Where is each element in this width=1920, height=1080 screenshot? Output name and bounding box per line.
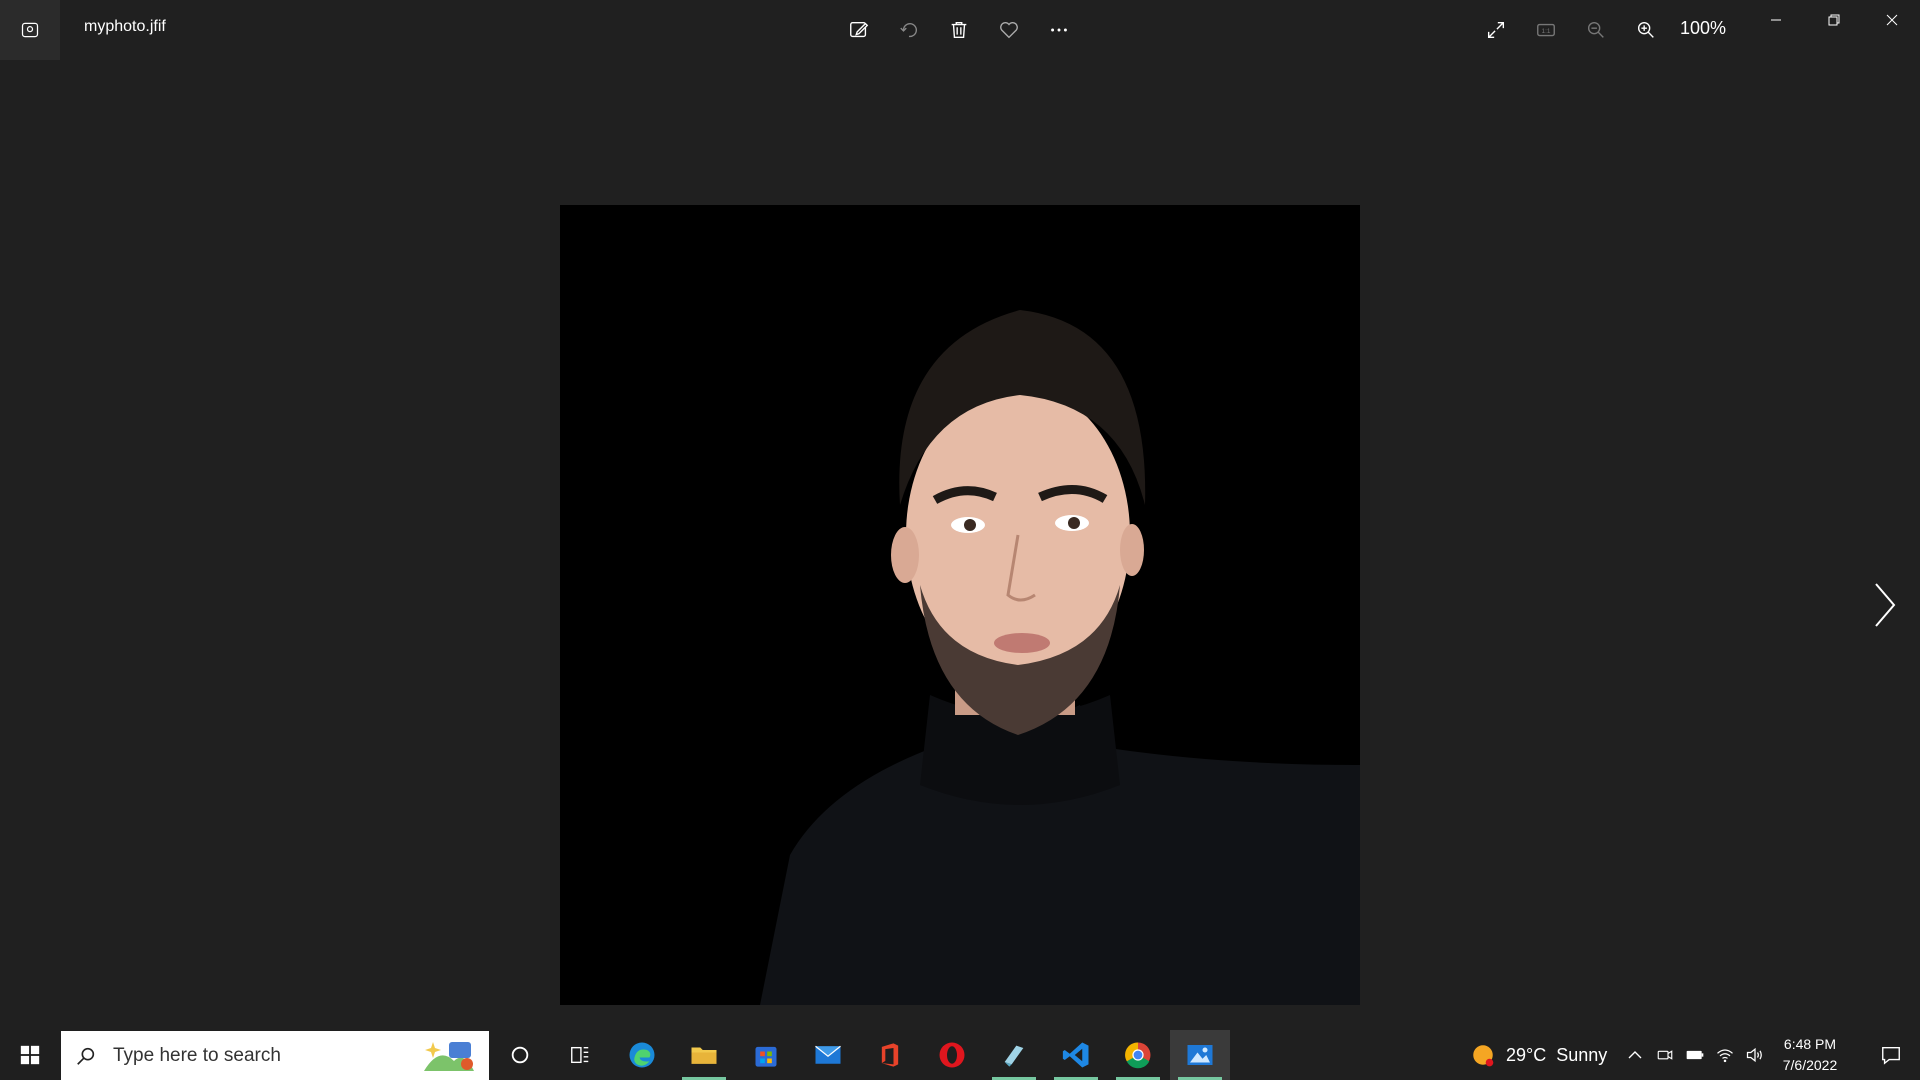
favorite-button[interactable] (989, 10, 1029, 50)
restore-button[interactable] (1806, 0, 1862, 40)
file-name: myphoto.jfif (84, 18, 166, 35)
more-icon (1051, 28, 1067, 32)
opera-icon (939, 1042, 965, 1068)
weather-temperature: 29°C (1506, 1044, 1547, 1065)
edit-icon (850, 21, 869, 38)
portrait-image (560, 205, 1360, 1005)
taskbar-chrome[interactable] (1108, 1030, 1168, 1080)
zoom-in-button[interactable] (1626, 10, 1666, 50)
taskbar-search-box[interactable]: Type here to search (61, 1031, 489, 1080)
tray-battery[interactable] (1684, 1044, 1706, 1066)
notification-icon (1882, 1046, 1900, 1065)
taskbar-vscode[interactable] (1046, 1030, 1106, 1080)
displayed-photo[interactable] (560, 205, 1360, 1005)
search-icon (77, 1047, 95, 1065)
taskbar-photos[interactable] (1170, 1030, 1230, 1080)
tray-volume[interactable] (1744, 1044, 1766, 1066)
taskbar-file-explorer[interactable] (674, 1030, 734, 1080)
sun-icon (1473, 1045, 1494, 1067)
delete-button[interactable] (939, 10, 979, 50)
next-image-button[interactable] (1860, 575, 1910, 635)
photos-app-icon[interactable] (0, 0, 60, 60)
close-button[interactable] (1864, 0, 1920, 40)
tray-meet-now[interactable] (1654, 1044, 1676, 1066)
clock-time: 6:48 PM (1783, 1036, 1837, 1052)
taskbar-office[interactable] (860, 1030, 920, 1080)
more-button[interactable] (1039, 10, 1079, 50)
taskbar-opera[interactable] (922, 1030, 982, 1080)
taskbar-edge[interactable] (612, 1030, 672, 1080)
photos-icon (21, 22, 39, 38)
taskbar-cortana[interactable] (490, 1030, 550, 1080)
minimize-icon (1771, 19, 1781, 21)
actual-size-button[interactable]: 1:1 (1526, 10, 1566, 50)
mail-icon (815, 1045, 841, 1064)
image-viewer (0, 60, 1920, 1030)
svg-text:1:1: 1:1 (1542, 28, 1551, 35)
full-screen-icon (1487, 21, 1505, 39)
zoom-in-icon (1637, 21, 1654, 38)
taskbar: Type here to search 29°C Sunny 6:48 PM 7… (0, 1030, 1920, 1080)
actual-size-icon: 1:1 (1537, 23, 1555, 37)
speaker-icon (1746, 1047, 1762, 1063)
taskbar-microsoft-store[interactable] (736, 1030, 796, 1080)
rotate-button[interactable] (889, 10, 929, 50)
edit-button[interactable] (839, 10, 879, 50)
zoom-level[interactable]: 100% (1680, 18, 1726, 39)
edge-icon (629, 1042, 655, 1068)
taskbar-mail[interactable] (798, 1030, 858, 1080)
favorite-icon (1000, 22, 1018, 39)
zoom-out-button[interactable] (1576, 10, 1616, 50)
office-icon (881, 1043, 899, 1067)
system-clock[interactable]: 6:48 PM 7/6/2022 (1770, 1034, 1850, 1076)
wifi-icon (1717, 1049, 1733, 1063)
weather-condition: Sunny (1556, 1044, 1608, 1065)
rotate-icon (900, 22, 917, 38)
action-center-button[interactable] (1862, 1030, 1920, 1080)
title-bar: myphoto.jfif 1:1 100% (0, 0, 1920, 60)
chevron-right-icon (1875, 583, 1896, 627)
taskbar-task-view[interactable] (550, 1030, 610, 1080)
close-icon (1886, 14, 1898, 26)
windows-icon (20, 1045, 40, 1065)
photos-app-taskbar-icon (1187, 1045, 1213, 1065)
store-icon (755, 1046, 777, 1067)
notepad-icon (1004, 1045, 1024, 1067)
show-hidden-icons-button[interactable] (1624, 1044, 1646, 1066)
task-view-icon (571, 1046, 589, 1064)
vscode-icon (1062, 1042, 1089, 1068)
tray-network[interactable] (1714, 1044, 1736, 1066)
chrome-icon (1125, 1042, 1151, 1069)
chevron-up-icon (1628, 1051, 1642, 1059)
restore-icon (1828, 14, 1840, 26)
search-highlight-icon (424, 1041, 474, 1071)
taskbar-notepad[interactable] (984, 1030, 1044, 1080)
full-screen-button[interactable] (1476, 10, 1516, 50)
start-button[interactable] (0, 1030, 60, 1080)
minimize-button[interactable] (1748, 0, 1804, 40)
search-placeholder: Type here to search (113, 1044, 281, 1066)
weather-widget[interactable]: 29°C Sunny (1470, 1030, 1607, 1080)
battery-icon (1686, 1050, 1704, 1060)
camera-icon (1657, 1050, 1673, 1060)
folder-icon (691, 1047, 717, 1064)
zoom-out-icon (1587, 21, 1604, 38)
cortana-icon (511, 1046, 529, 1064)
clock-date: 7/6/2022 (1782, 1057, 1838, 1073)
delete-icon (951, 21, 967, 39)
